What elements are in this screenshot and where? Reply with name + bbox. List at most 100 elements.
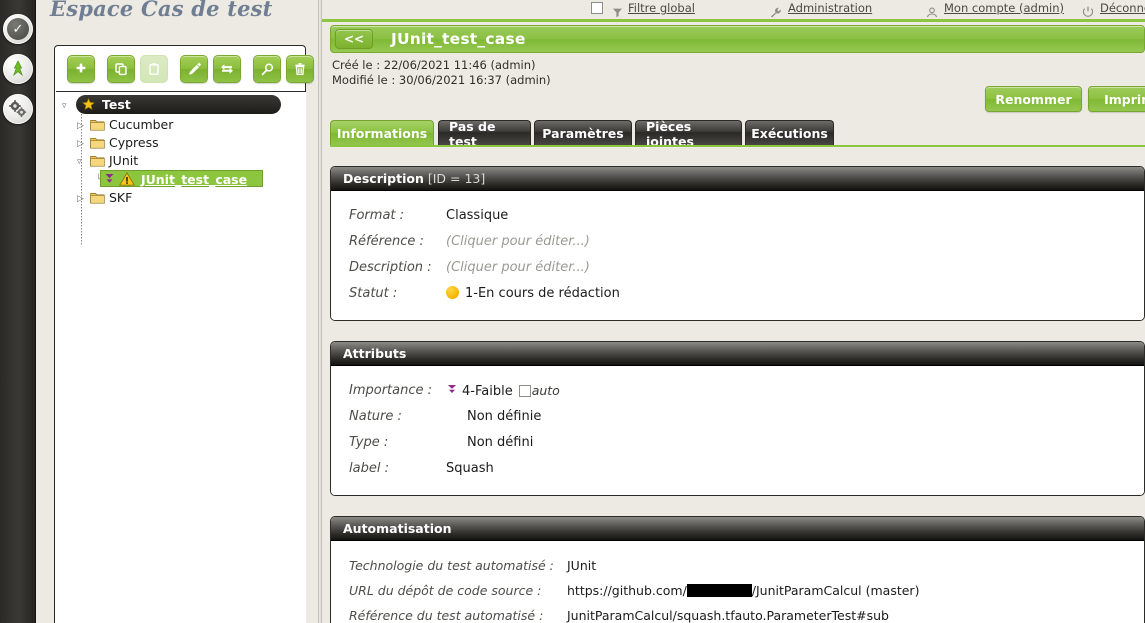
attributes-panel-body: Importance : 4-Faible auto Nature : Non d… <box>331 366 1144 495</box>
importance-arrow-icon <box>103 172 116 189</box>
field-row-importance: Importance : 4-Faible auto <box>331 380 1144 406</box>
collapse-toggle-junit-icon[interactable]: ▿ <box>77 157 82 167</box>
tab-pas-de-test[interactable]: Pas de test <box>438 119 531 149</box>
field-value-placeholder[interactable]: (Cliquer pour éditer...) <box>446 234 590 249</box>
field-value[interactable]: Non définie <box>467 409 541 424</box>
rename-button[interactable] <box>180 55 208 83</box>
rename-button[interactable]: Renommer <box>985 86 1082 112</box>
tree-node-skf[interactable]: ▷ SKF <box>56 189 306 207</box>
tree-panel: ▿ Test ▷ Cucumber ▷ Cypress ▿ JUnit └ JU… <box>54 45 314 623</box>
test-case-detail-column: << JUnit_test_case Créé le : 22/06/2021 … <box>322 22 1145 623</box>
tree-node-label: JUnit_test_case <box>141 172 248 187</box>
importance-label: 4-Faible <box>462 384 513 399</box>
redacted-block <box>686 584 752 597</box>
field-label: Importance : <box>349 383 433 398</box>
application-window: ✓ Espace Cas de test ▿ Test ▷ Cucumber ▷… <box>0 0 1145 623</box>
field-label: Technologie du test automatisé : <box>349 558 554 573</box>
field-row-repository-url: URL du dépôt de code source : https://gi… <box>331 580 1144 605</box>
tab-informations[interactable]: Informations <box>330 120 434 146</box>
field-label: Référence du test automatisé : <box>349 608 544 623</box>
status-label: 1-En cours de rédaction <box>465 286 620 301</box>
check-circle-glyph: ✓ <box>7 18 29 40</box>
field-label: Référence : <box>349 234 424 249</box>
star-icon <box>82 97 95 114</box>
campaigns-icon[interactable] <box>3 54 33 84</box>
field-value[interactable]: 1-En cours de rédaction <box>446 286 620 301</box>
tree-list: ▿ Test ▷ Cucumber ▷ Cypress ▿ JUnit └ JU… <box>56 92 306 246</box>
search-button[interactable] <box>253 55 281 83</box>
delete-button[interactable] <box>286 55 314 83</box>
tree-node-root[interactable]: ▿ Test <box>56 95 306 116</box>
tree-node-junit-test-case[interactable]: └ JUnit_test_case <box>56 170 306 189</box>
magnifier-icon <box>261 63 273 75</box>
expand-toggle-cucumber-icon[interactable]: ▷ <box>77 121 84 131</box>
squash-glyph <box>13 60 23 77</box>
folder-icon <box>90 191 105 207</box>
tree-area[interactable]: ▿ Test ▷ Cucumber ▷ Cypress ▿ JUnit └ JU… <box>56 91 306 623</box>
attributes-panel-header: Attributs <box>331 342 1144 366</box>
field-label: URL du dépôt de code source : <box>349 583 542 598</box>
tree-node-junit[interactable]: ▿ JUnit <box>56 152 306 170</box>
expand-toggle-cypress-icon[interactable]: ▷ <box>77 139 84 149</box>
tabs-underline <box>330 145 1145 147</box>
expand-toggle-root-icon[interactable]: ▿ <box>62 101 67 111</box>
warning-icon <box>119 172 135 189</box>
field-value[interactable]: Squash <box>446 461 494 476</box>
tab-pieces-jointes[interactable]: Pièces jointes <box>635 119 742 149</box>
field-value[interactable]: JUnit <box>567 558 596 573</box>
folder-icon <box>90 136 105 152</box>
automation-panel: Automatisation Technologie du test autom… <box>330 516 1145 623</box>
field-value[interactable]: Non défini <box>467 435 533 450</box>
field-value[interactable]: Classique <box>446 208 508 223</box>
global-filter-checkbox[interactable] <box>591 2 603 14</box>
folder-icon <box>90 118 105 134</box>
field-value[interactable]: JunitParamCalcul/squash.tfauto.Parameter… <box>567 608 889 623</box>
move-button[interactable] <box>213 55 241 83</box>
global-filter-link[interactable]: Filtre global <box>628 1 695 15</box>
administration-link[interactable]: Administration <box>788 1 872 15</box>
automation-panel-header: Automatisation <box>331 517 1144 541</box>
move-arrows-icon <box>221 64 233 74</box>
plus-icon <box>76 63 86 73</box>
field-value[interactable]: https://github.com/ /JunitParamCalcul (ma… <box>567 583 919 598</box>
folder-icon <box>90 154 105 170</box>
tab-parametres[interactable]: Paramètres <box>534 120 632 146</box>
print-button[interactable]: Imprimer <box>1088 86 1145 112</box>
left-navigation-rail: ✓ <box>0 0 36 623</box>
tree-node-cucumber[interactable]: ▷ Cucumber <box>56 116 306 134</box>
tree-node-selected-highlight[interactable]: JUnit_test_case <box>100 170 263 187</box>
field-value-placeholder[interactable]: (Cliquer pour éditer...) <box>446 260 590 275</box>
copy-button[interactable] <box>107 55 135 83</box>
page-title: Espace Cas de test <box>50 0 273 21</box>
tree-node-cypress[interactable]: ▷ Cypress <box>56 134 306 152</box>
field-label: Statut : <box>349 286 398 301</box>
paste-icon <box>149 63 159 75</box>
field-row-nature: Nature : Non définie <box>331 406 1144 432</box>
field-value[interactable]: 4-Faible auto <box>446 383 560 400</box>
test-case-name: JUnit_test_case <box>391 30 526 48</box>
tree-node-label: SKF <box>109 190 133 205</box>
auto-checkbox[interactable] <box>518 385 531 397</box>
account-link[interactable]: Mon compte (admin) <box>944 1 1064 15</box>
check-glyph: ✓ <box>12 21 24 37</box>
modified-text: Modifié le : 30/06/2021 16:37 (admin) <box>332 73 551 87</box>
administration-icon[interactable] <box>3 94 33 124</box>
pencil-icon <box>188 62 201 75</box>
logout-link[interactable]: Déconnexion <box>1100 1 1145 15</box>
tab-executions[interactable]: Exécutions <box>745 120 834 146</box>
tree-node-label: JUnit <box>109 153 139 168</box>
expand-toggle-skf-icon[interactable]: ▷ <box>77 194 84 204</box>
test-cases-icon[interactable]: ✓ <box>3 14 33 44</box>
auto-checkbox-label: auto <box>531 383 560 398</box>
field-row-description: Description : (Cliquer pour éditer...) <box>331 257 1144 283</box>
panel-title: Description <box>343 171 424 186</box>
description-panel-header: Description [ID = 13] <box>331 167 1144 191</box>
url-prefix: https://github.com/ <box>567 583 687 598</box>
add-button[interactable] <box>67 55 95 83</box>
panel-title: Attributs <box>343 346 407 361</box>
field-row-statut: Statut : 1-En cours de rédaction <box>331 283 1144 309</box>
back-button[interactable]: << <box>335 29 373 49</box>
field-label: Type : <box>349 435 389 450</box>
description-panel: Description [ID = 13] Format : Classique… <box>330 166 1145 321</box>
paste-button <box>140 55 168 83</box>
